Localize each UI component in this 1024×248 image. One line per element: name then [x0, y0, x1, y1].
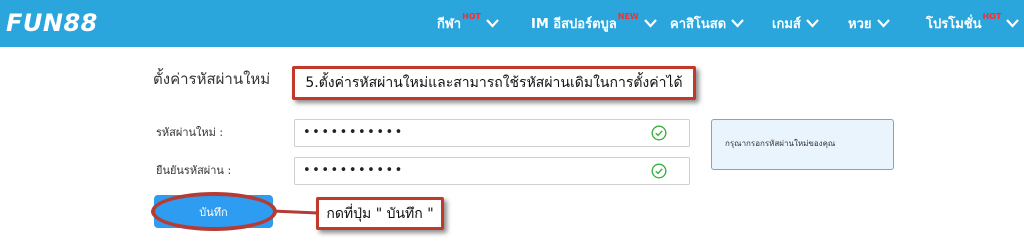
chevron-down-icon — [1006, 19, 1020, 28]
confirm-password-field[interactable]: ••••••••••• — [294, 157, 690, 185]
chevron-down-icon — [876, 19, 890, 28]
nav-im-esports[interactable]: IM อีสปอร์ตบูล NEW — [531, 12, 658, 34]
new-password-field[interactable]: ••••••••••• — [294, 119, 690, 147]
nav-im-esports-label: IM อีสปอร์ตบูล — [531, 16, 617, 32]
nav-im-esports-badge: NEW — [617, 11, 639, 21]
nav-promotions-badge: HOT — [982, 11, 1002, 21]
chevron-down-icon — [731, 19, 744, 28]
new-password-label: รหัสผ่านใหม่ : — [156, 126, 224, 139]
fun88-logo[interactable]: FUN88 — [6, 9, 98, 37]
nav-lottery-label: หวย — [848, 16, 872, 32]
confirm-password-value: ••••••••••• — [303, 163, 404, 178]
nav-live-casino-label: คาสิโนสด — [670, 16, 727, 32]
nav-lottery[interactable]: หวย — [848, 12, 891, 34]
nav-sports-badge: HOT — [462, 11, 482, 21]
new-password-value: ••••••••••• — [303, 125, 404, 140]
password-hint-panel: กรุณากรอกรหัสผ่านใหม่ของคุณ — [711, 119, 894, 170]
top-navbar: FUN88 กีฬา HOT IM อีสปอร์ตบูล NEW คาสิโน… — [0, 0, 1024, 47]
annotation-connector — [271, 209, 319, 215]
nav-sports-label: กีฬา — [437, 16, 462, 32]
nav-live-casino[interactable]: คาสิโนสด — [670, 12, 745, 34]
password-hint-text: กรุณากรอกรหัสผ่านใหม่ของคุณ — [725, 139, 836, 148]
nav-games[interactable]: เกมส์ — [772, 12, 820, 34]
check-circle-icon — [651, 125, 667, 141]
nav-sports[interactable]: กีฬา HOT — [437, 12, 500, 34]
annotation-press-save: กดที่ปุ่ม " บันทึก " — [316, 197, 444, 230]
save-button[interactable]: บันทึก — [154, 195, 273, 228]
nav-promotions-label: โปรโมชั่น — [926, 16, 982, 32]
save-button-label: บันทึก — [199, 205, 228, 219]
chevron-down-icon — [643, 19, 657, 28]
chevron-down-icon — [806, 19, 819, 28]
check-circle-icon — [651, 163, 667, 179]
annotation-step5-text: 5.ตั้งค่ารหัสผ่านใหม่และสามารถใช้รหัสผ่า… — [305, 75, 683, 91]
confirm-password-label: ยืนยันรหัสผ่าน : — [156, 164, 232, 177]
page-title: ตั้งค่ารหัสผ่านใหม่ — [153, 70, 271, 88]
nav-games-label: เกมส์ — [772, 16, 801, 32]
nav-promotions[interactable]: โปรโมชั่น HOT — [926, 12, 1020, 34]
annotation-press-save-text: กดที่ปุ่ม " บันทึก " — [326, 205, 434, 222]
annotation-step5: 5.ตั้งค่ารหัสผ่านใหม่และสามารถใช้รหัสผ่า… — [292, 66, 696, 100]
chevron-down-icon — [486, 19, 499, 28]
